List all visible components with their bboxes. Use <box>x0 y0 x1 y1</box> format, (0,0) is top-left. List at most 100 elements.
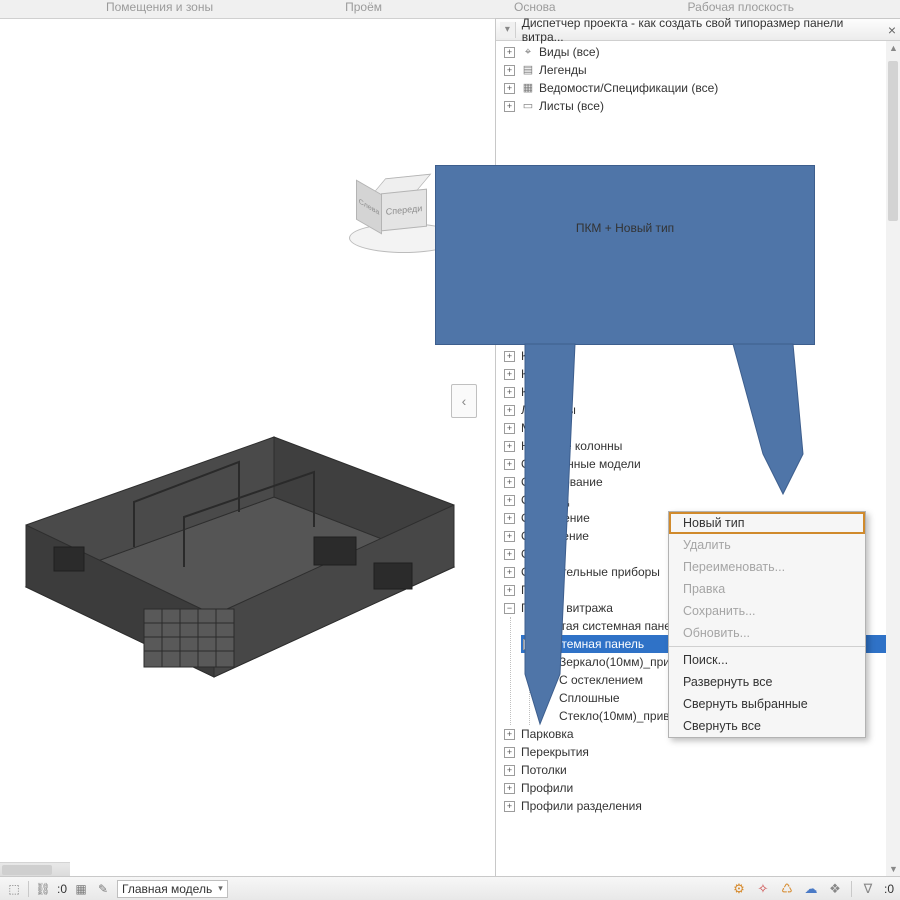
expand-icon[interactable]: + <box>504 477 515 488</box>
expand-icon[interactable]: + <box>504 729 515 740</box>
tree-node-system-panel[interactable]: Системная панель <box>540 635 644 653</box>
expand-icon[interactable]: + <box>504 585 515 596</box>
tree-node[interactable]: Каркас несущий <box>521 329 611 347</box>
sync-icon[interactable]: ♺ <box>779 881 795 897</box>
collapse-icon[interactable]: − <box>504 603 515 614</box>
warnings-icon[interactable]: ⚙ <box>731 881 747 897</box>
views-icon: ⌖ <box>521 45 535 59</box>
ctx-collapse-selected[interactable]: Свернуть выбранные <box>669 693 865 715</box>
expand-icon[interactable]: + <box>504 441 515 452</box>
model-combo[interactable]: Главная модель ▾ <box>117 880 228 898</box>
view-cube[interactable]: Слева Спереди <box>349 169 459 259</box>
expand-icon[interactable]: + <box>504 747 515 758</box>
ribbon-group: Проём <box>345 0 382 14</box>
tree-node[interactable]: Оборудование <box>521 473 603 491</box>
schedule-icon: ▦ <box>521 81 535 95</box>
select-icon[interactable]: ⬚ <box>6 881 22 897</box>
vertical-scrollbar[interactable]: ▲ ▼ <box>886 41 900 876</box>
addins-icon[interactable]: ❖ <box>827 881 843 897</box>
expand-icon[interactable]: + <box>504 387 515 398</box>
collapse-icon[interactable]: − <box>523 639 534 650</box>
status-count-b: :0 <box>884 882 894 896</box>
ctx-edit: Правка <box>669 578 865 600</box>
expand-icon[interactable]: + <box>504 315 515 326</box>
expand-icon[interactable]: + <box>504 405 515 416</box>
expand-icon[interactable]: + <box>504 279 515 290</box>
expand-icon[interactable]: + <box>504 65 515 76</box>
tree-node[interactable]: Образец <box>521 491 569 509</box>
close-icon[interactable]: × <box>888 22 896 38</box>
expand-icon[interactable]: + <box>504 333 515 344</box>
filter-icon[interactable]: ∇ <box>860 881 876 897</box>
tree-node[interactable]: Виды (все) <box>539 43 600 61</box>
ctx-delete: Удалить <box>669 534 865 556</box>
tree-node[interactable]: Мебель <box>521 419 564 437</box>
context-menu[interactable]: Новый тип Удалить Переименовать... Правк… <box>668 511 866 738</box>
tree-node[interactable]: Легенды <box>539 61 587 79</box>
tree-node[interactable]: Крыши <box>521 383 560 401</box>
project-browser-titlebar[interactable]: ▾ Диспетчер проекта - как создать свой т… <box>496 19 900 41</box>
model-viewport[interactable]: Слева Спереди ‹ <box>0 18 495 876</box>
expand-icon[interactable]: + <box>504 101 515 112</box>
sheet-icon: ▭ <box>521 99 535 113</box>
3d-model[interactable] <box>14 407 459 707</box>
worksets-icon[interactable]: ▦ <box>73 881 89 897</box>
tree-node[interactable]: Профили <box>521 779 573 797</box>
ctx-expand-all[interactable]: Развернуть все <box>669 671 865 693</box>
tree-node[interactable]: Короба <box>521 365 561 383</box>
tree-node[interactable]: Лестницы <box>521 401 576 419</box>
ribbon-group: Помещения и зоны <box>106 0 213 14</box>
expand-icon[interactable]: + <box>504 495 515 506</box>
tree-node[interactable]: Жесткие связи <box>521 275 603 293</box>
expand-icon[interactable]: + <box>504 549 515 560</box>
tree-node[interactable]: Окна <box>521 545 549 563</box>
tree-node[interactable]: С остеклением <box>559 671 643 689</box>
ribbon-group: Рабочая плоскость <box>688 0 794 14</box>
tree-node[interactable]: Листы (все) <box>539 97 604 115</box>
tree-node[interactable]: Сплошные <box>559 689 620 707</box>
tree-node[interactable]: Ведомости/Спецификации (все) <box>539 79 718 97</box>
expand-icon[interactable]: + <box>504 423 515 434</box>
project-browser-title: Диспетчер проекта - как создать свой тип… <box>522 16 882 44</box>
chevron-down-icon: ▾ <box>218 883 223 894</box>
expand-icon[interactable]: + <box>504 369 515 380</box>
tree-node[interactable]: Осветительные приборы <box>521 563 660 581</box>
ctx-search[interactable]: Поиск... <box>669 649 865 671</box>
expand-icon[interactable]: + <box>504 83 515 94</box>
tree-node[interactable]: Профили разделения <box>521 797 642 815</box>
link-icon[interactable]: ⛓ <box>35 881 51 897</box>
status-bar: ⬚ ⛓ :0 ▦ ✎ Главная модель ▾ ⚙ ✧ ♺ ☁ ❖ ∇ … <box>0 876 900 900</box>
tree-node[interactable]: Парковка <box>521 725 574 743</box>
expand-icon[interactable]: + <box>504 351 515 362</box>
ctx-collapse-all[interactable]: Свернуть все <box>669 715 865 737</box>
tree-node[interactable]: Кабельные лотки <box>521 311 617 329</box>
viewcube-front-label[interactable]: Спереди <box>381 189 427 232</box>
tree-node[interactable]: Озеленение <box>521 527 589 545</box>
expand-icon[interactable]: + <box>504 783 515 794</box>
tree-node[interactable]: Колонны <box>521 347 570 365</box>
expand-icon[interactable]: + <box>504 531 515 542</box>
expand-icon[interactable]: + <box>504 459 515 470</box>
tree-node[interactable]: Перекрытия <box>521 743 589 761</box>
tree-node[interactable]: Обобщенные модели <box>521 455 641 473</box>
editable-icon[interactable]: ✎ <box>95 881 111 897</box>
cloud-icon[interactable]: ☁ <box>803 881 819 897</box>
expand-icon[interactable]: + <box>504 765 515 776</box>
horizontal-scrollbar[interactable] <box>0 862 70 876</box>
expand-icon[interactable]: + <box>504 513 515 524</box>
expand-icon[interactable]: + <box>504 297 515 308</box>
expand-icon[interactable]: + <box>504 801 515 812</box>
tree-node[interactable]: Пандус <box>521 581 562 599</box>
tree-node[interactable]: Пустая системная панель <box>540 617 684 635</box>
alerts-icon[interactable]: ✧ <box>755 881 771 897</box>
tree-node[interactable]: Несущие колонны <box>521 437 622 455</box>
tree-node[interactable]: Импосты витража <box>521 293 621 311</box>
ctx-new-type[interactable]: Новый тип <box>669 512 865 534</box>
project-browser-tree[interactable]: +⌖Виды (все) +▤Легенды +▦Ведомости/Специ… <box>496 41 900 876</box>
expand-icon[interactable]: + <box>504 47 515 58</box>
tab-overflow-icon[interactable]: ▾ <box>500 22 516 38</box>
tree-node[interactable]: Потолки <box>521 761 567 779</box>
tree-node[interactable]: Ограждение <box>521 509 590 527</box>
tree-node-curtain-panels[interactable]: Панели витража <box>521 599 613 617</box>
expand-icon[interactable]: + <box>504 567 515 578</box>
